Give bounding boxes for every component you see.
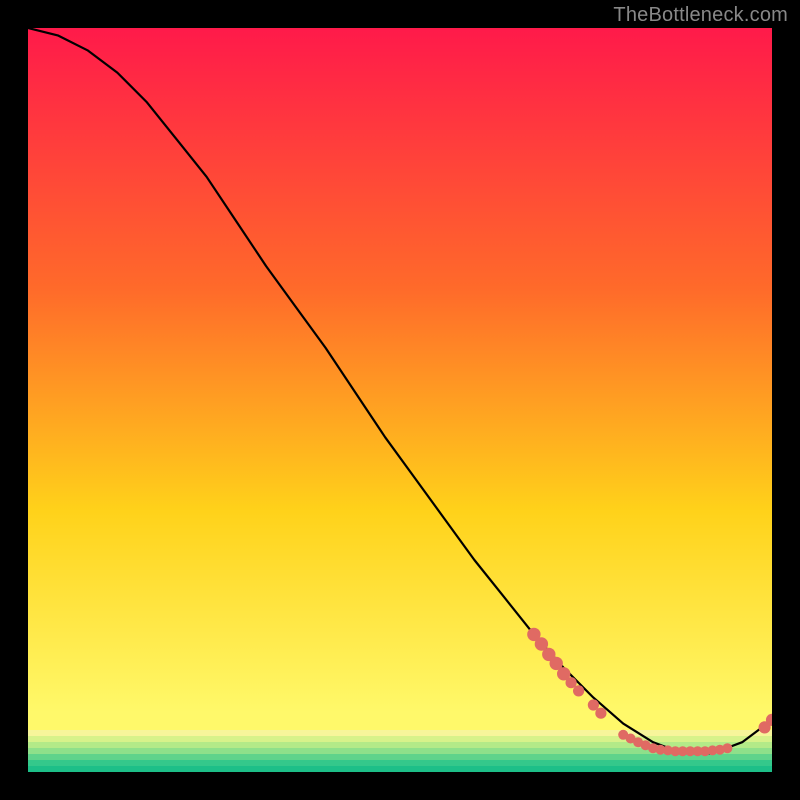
watermark-text: TheBottleneck.com xyxy=(613,4,788,27)
curve-layer xyxy=(28,28,772,772)
bottleneck-curve xyxy=(28,28,772,753)
data-marker xyxy=(595,708,606,719)
plot-area xyxy=(28,28,772,772)
data-marker xyxy=(573,685,584,696)
data-marker xyxy=(722,743,732,753)
chart-container: TheBottleneck.com xyxy=(0,0,800,800)
